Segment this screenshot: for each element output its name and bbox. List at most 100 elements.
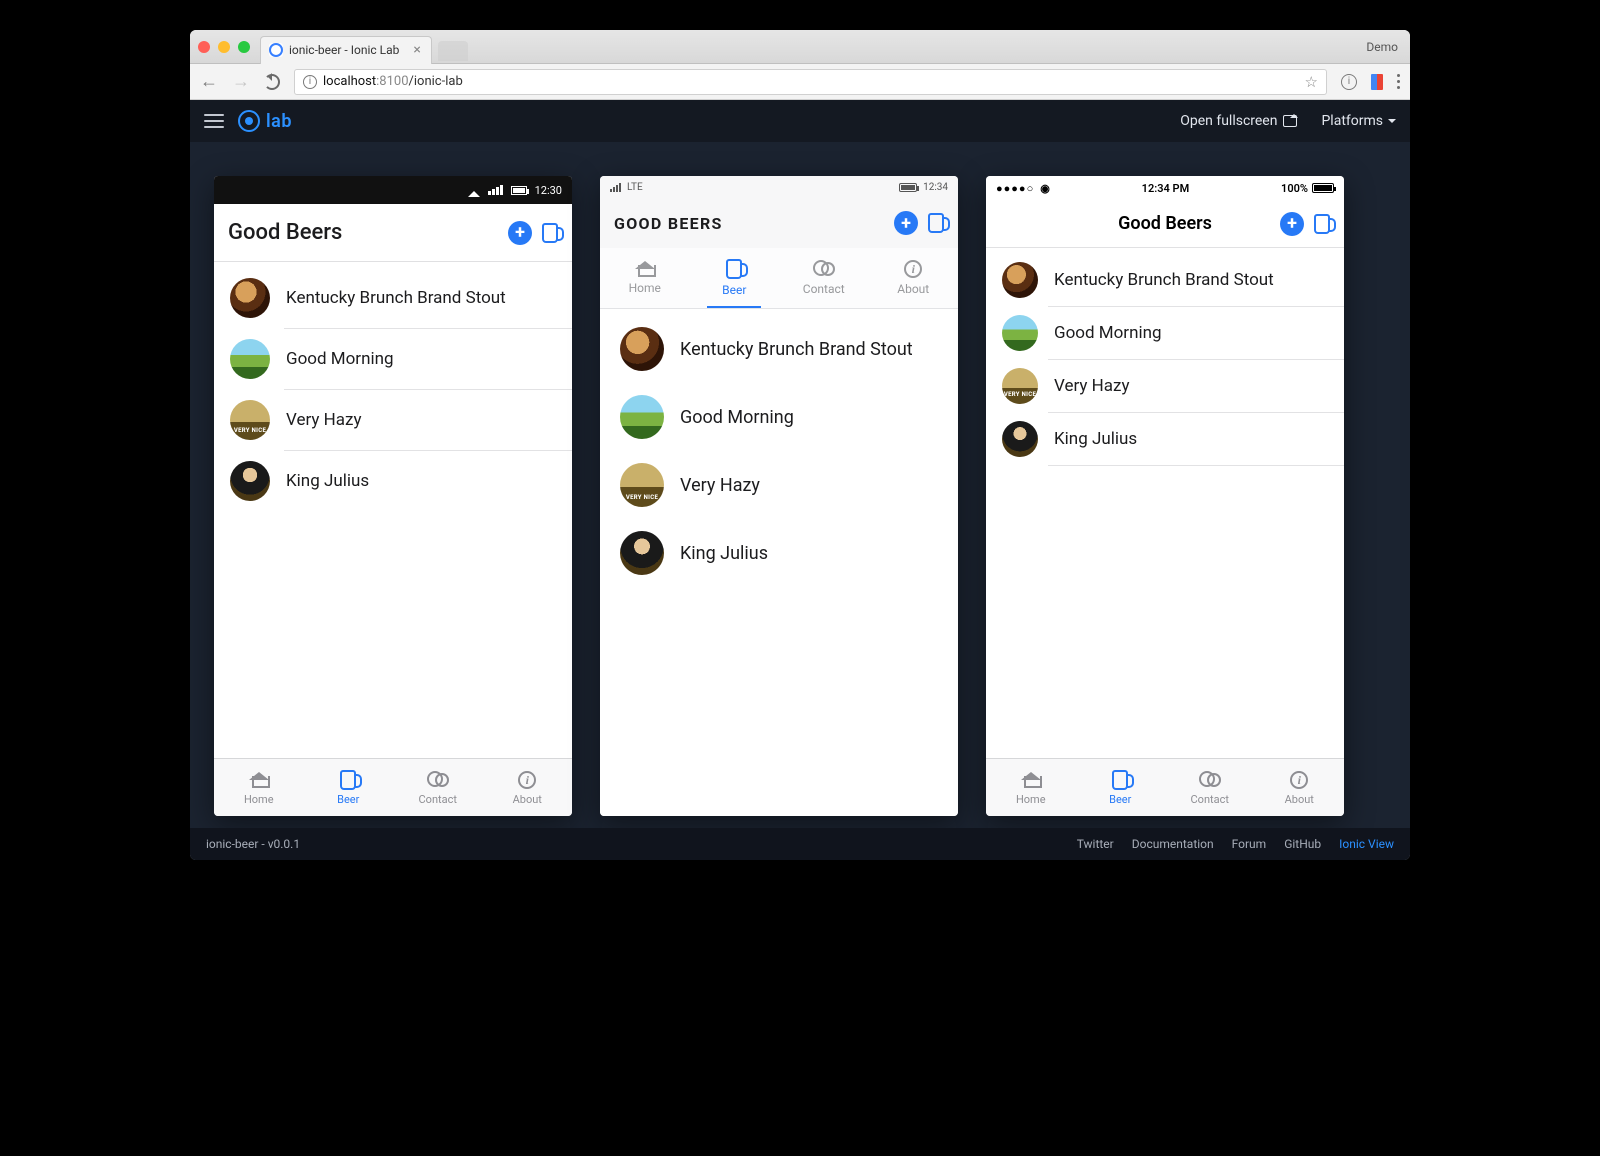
traffic-lights[interactable] [198,41,250,53]
beer-avatar [1002,421,1038,457]
list-item[interactable]: Very Hazy [600,451,958,519]
menu-icon[interactable] [204,114,224,128]
open-fullscreen-label: Open fullscreen [1180,113,1277,129]
list-item[interactable]: Kentucky Brunch Brand Stout [600,315,958,383]
site-info-icon[interactable]: i [303,75,317,89]
tab-label: Contact [419,793,457,806]
footer-link-ionicview[interactable]: Ionic View [1339,837,1394,851]
list-item[interactable]: King Julius [986,413,1344,465]
beer-avatar [620,395,664,439]
list-item[interactable]: King Julius [214,451,572,511]
browser-toolbar: ← → i localhost:8100/ionic-lab ☆ i [190,64,1410,100]
beer-icon[interactable] [1314,214,1330,234]
new-tab-button[interactable] [438,41,468,61]
tab-home[interactable]: Home [214,759,304,816]
footer-link-github[interactable]: GitHub [1284,837,1321,851]
browser-tabstrip: ionic-beer - Ionic Lab × Demo [190,30,1410,64]
tab-home[interactable]: Home [600,248,690,308]
tab-label: About [513,793,542,806]
home-icon [1022,772,1040,788]
tab-label: Home [629,281,661,295]
browser-tab[interactable]: ionic-beer - Ionic Lab × [260,36,432,64]
tab-label: Beer [1109,793,1131,806]
device-preview-row: 12:30 Good Beers + Kentucky Brunch Brand… [190,142,1410,828]
device-windows: LTE 12:34 GOOD BEERS + Home B [600,176,958,816]
browser-menu-button[interactable] [1397,74,1400,89]
list-item[interactable]: Good Morning [214,329,572,389]
beer-avatar [1002,315,1038,351]
lab-logo-text: lab [266,111,292,132]
tab-contact[interactable]: Contact [1165,759,1255,816]
tab-about[interactable]: iAbout [869,248,959,308]
beer-avatar [1002,368,1038,404]
beer-icon[interactable] [928,213,944,233]
beer-name: Good Morning [1054,323,1328,343]
window-close-button[interactable] [198,41,210,53]
list-item[interactable]: Very Hazy [214,390,572,450]
open-fullscreen-button[interactable]: Open fullscreen [1180,113,1297,129]
back-button[interactable]: ← [200,71,218,92]
tab-home[interactable]: Home [986,759,1076,816]
list-item[interactable]: Kentucky Brunch Brand Stout [214,268,572,328]
page-title: Good Beers [228,220,342,245]
cell-signal-icon [610,183,621,192]
demo-badge: Demo [1366,40,1402,54]
footer-version: ionic-beer - v0.0.1 [206,837,300,851]
address-bar[interactable]: i localhost:8100/ionic-lab ☆ [294,69,1327,95]
favicon-icon [269,43,283,57]
info-icon: i [518,771,536,789]
beer-name: Kentucky Brunch Brand Stout [680,339,938,360]
tab-contact[interactable]: Contact [393,759,483,816]
tab-beer[interactable]: Beer [1076,759,1166,816]
tab-bar: Home Beer Contact i About [214,758,572,816]
cell-signal-icon [488,185,503,195]
beer-avatar [1002,262,1038,298]
tab-label: Home [1016,793,1046,806]
list-item[interactable]: Good Morning [986,307,1344,359]
info-icon[interactable]: i [1341,74,1357,90]
add-button[interactable]: + [1280,212,1304,236]
tab-about[interactable]: i About [483,759,573,816]
battery-icon [1312,183,1334,193]
reload-button[interactable] [264,74,280,90]
window-minimize-button[interactable] [218,41,230,53]
tab-contact[interactable]: Contact [779,248,869,308]
ios-statusbar: ●●●●○ ◉ 12:34 PM 100% [986,176,1344,200]
footer-link-forum[interactable]: Forum [1232,837,1267,851]
contacts-icon [1199,771,1221,789]
list-item[interactable]: Very Hazy [986,360,1344,412]
tab-beer[interactable]: Beer [304,759,394,816]
add-button[interactable]: + [894,211,918,235]
tab-beer[interactable]: Beer [690,248,780,308]
beer-icon[interactable] [542,223,558,243]
lab-logo: lab [238,110,292,132]
forward-button[interactable]: → [232,71,250,92]
tab-about[interactable]: iAbout [1255,759,1345,816]
beer-avatar [620,463,664,507]
battery-percent: 100% [1281,182,1308,195]
lab-footer: ionic-beer - v0.0.1 Twitter Documentatio… [190,828,1410,860]
bookmark-icon[interactable]: ☆ [1305,73,1318,91]
window-zoom-button[interactable] [238,41,250,53]
beer-list: Kentucky Brunch Brand Stout Good Morning… [986,248,1344,758]
android-statusbar: 12:30 [214,176,572,204]
add-button[interactable]: + [508,221,532,245]
platforms-dropdown[interactable]: Platforms [1321,113,1396,129]
close-tab-icon[interactable]: × [413,42,420,58]
list-item[interactable]: King Julius [600,519,958,587]
url-path: /ionic-lab [409,74,463,89]
extension-icon[interactable] [1371,74,1383,90]
beer-avatar [230,461,270,501]
beer-list: Kentucky Brunch Brand Stout Good Morning… [600,309,958,816]
tab-label: Contact [1191,793,1229,806]
status-time: 12:34 [923,182,948,193]
beer-name: Good Morning [680,407,938,428]
list-item[interactable]: Kentucky Brunch Brand Stout [986,254,1344,306]
home-icon [250,772,268,788]
app-header: Good Beers + [986,200,1344,248]
tab-label: Contact [803,282,845,296]
browser-window: ionic-beer - Ionic Lab × Demo ← → i loca… [190,30,1410,860]
footer-link-twitter[interactable]: Twitter [1077,837,1114,851]
list-item[interactable]: Good Morning [600,383,958,451]
footer-link-docs[interactable]: Documentation [1132,837,1214,851]
